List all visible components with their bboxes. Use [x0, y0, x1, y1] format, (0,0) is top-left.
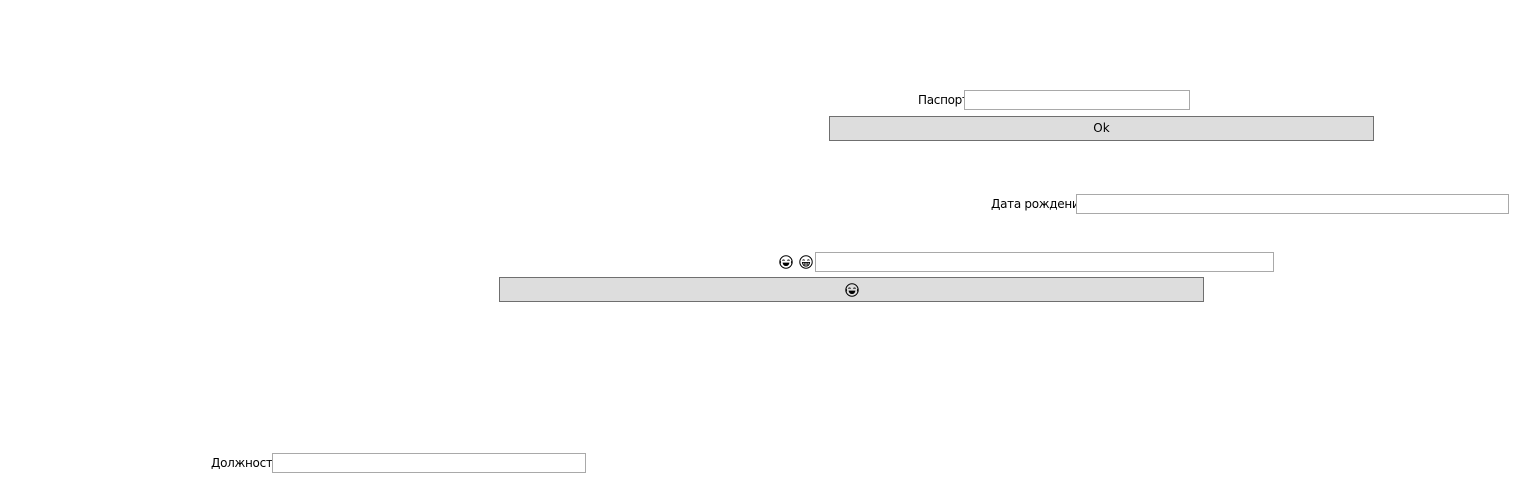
grinning-face-icon	[799, 255, 813, 269]
emoji-button[interactable]	[499, 277, 1204, 302]
birth-date-input[interactable]	[1076, 194, 1509, 214]
ok-button[interactable]: Ok	[829, 116, 1374, 141]
position-input[interactable]	[272, 453, 586, 473]
birth-date-label: Дата рождения	[991, 197, 1087, 211]
emoji-input[interactable]	[815, 252, 1274, 272]
emoji-label	[779, 252, 813, 272]
laughing-crying-face-icon	[844, 282, 859, 297]
passport-label: Паспорт	[918, 93, 969, 107]
position-label: Должность	[211, 456, 280, 470]
passport-input[interactable]	[964, 90, 1190, 110]
laughing-crying-face-icon	[779, 255, 793, 269]
